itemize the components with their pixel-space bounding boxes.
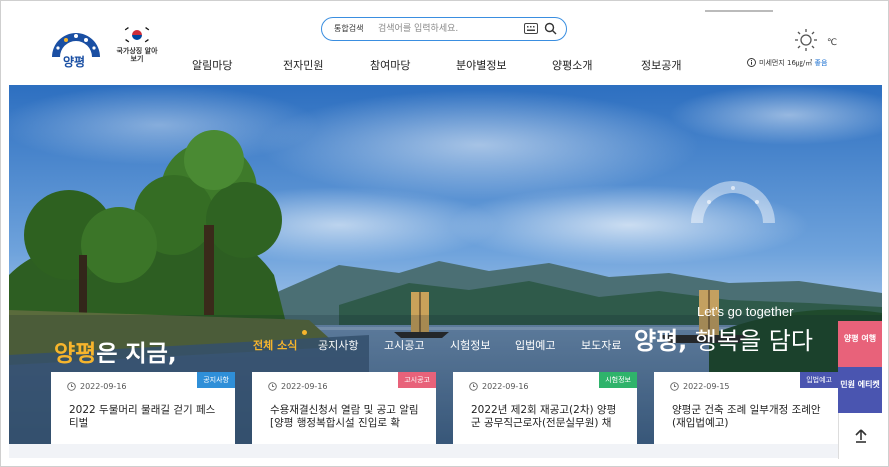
search-label: 통합검색 <box>334 24 364 33</box>
nav-item-participation[interactable]: 참여마당 <box>370 57 410 73</box>
arrow-up-icon <box>855 429 867 443</box>
search-input[interactable] <box>378 20 518 38</box>
search-box: 통합검색 <box>321 17 567 41</box>
tab-all-news[interactable]: 전체 소식 <box>253 337 297 353</box>
hero-slogan-bold: 양평, <box>634 327 688 355</box>
hero-slogan-sub: Let's go together <box>697 304 794 319</box>
news-title[interactable]: 2022년 제2회 재공고(2차) 양평군 공무직근로자(전문실무원) 채 <box>471 404 621 431</box>
hero-slogan-rest: 행복을 담다 <box>687 327 813 355</box>
scroll-top-button[interactable] <box>838 413 882 459</box>
news-date: 2022-09-16 <box>80 382 127 391</box>
news-card[interactable]: 2022-09-16 고시공고 수용재결신청서 열람 및 공고 알림[양평 행정… <box>252 372 436 444</box>
tab-press-release[interactable]: 보도자료 <box>581 337 621 353</box>
news-title[interactable]: 수용재결신청서 열람 및 공고 알림[양평 행정복합시설 진입로 확 <box>270 404 420 431</box>
logo-tagline: 맑은행복 <box>67 46 86 53</box>
tab-notice[interactable]: 공지사항 <box>318 337 358 353</box>
clock-icon <box>670 382 679 391</box>
category-badge: 입법예고 <box>800 372 838 388</box>
quick-travel-button[interactable]: 양평 여행 <box>838 321 882 367</box>
search-icon[interactable] <box>544 22 557 35</box>
sunny-weather-icon <box>795 29 817 51</box>
top-divider <box>705 10 773 12</box>
news-date: 2022-09-16 <box>482 382 529 391</box>
nav-item-notice[interactable]: 알림마당 <box>192 57 232 73</box>
fine-dust-info: 미세먼지 16㎍/㎥ 좋음 <box>747 58 827 68</box>
quick-etiquette-button[interactable]: 민원 에티켓 <box>838 367 882 413</box>
news-date: 2022-09-16 <box>281 382 328 391</box>
keyboard-icon[interactable] <box>524 23 538 34</box>
clock-icon <box>268 382 277 391</box>
tab-legislation[interactable]: 입법예고 <box>515 337 555 353</box>
nav-item-e-civil[interactable]: 전자민원 <box>283 57 323 73</box>
news-card[interactable]: 2022-09-16 공지사항 2022 두물머리 물래길 걷기 페스티벌 <box>51 372 235 444</box>
clock-icon <box>469 382 478 391</box>
news-title[interactable]: 2022 두물머리 물래길 걷기 페스티벌 <box>69 404 219 431</box>
news-section-title: 양평은 지금, <box>54 334 177 368</box>
fine-dust-grade: 좋음 <box>814 59 828 67</box>
fine-dust-label: 미세먼지 16㎍/㎥ <box>759 59 813 67</box>
tab-public-announce[interactable]: 고시공고 <box>384 337 424 353</box>
hero-slogan: 양평, 행복을 담다 <box>634 321 813 356</box>
taegukgi-flag-icon <box>122 25 152 45</box>
category-badge: 시험정보 <box>599 372 637 388</box>
nav-item-disclosure[interactable]: 정보공개 <box>641 57 681 73</box>
nav-item-about[interactable]: 양평소개 <box>552 57 592 73</box>
category-badge: 공지사항 <box>197 372 235 388</box>
tab-exam-info[interactable]: 시험정보 <box>450 337 490 353</box>
temperature-unit: ℃ <box>827 38 838 48</box>
news-title-accent: 양평 <box>54 341 97 367</box>
active-tab-dot <box>302 330 307 335</box>
category-badge: 고시공고 <box>398 372 436 388</box>
news-title[interactable]: 양평군 건축 조례 일부개정 조례안(재입법예고) <box>672 404 822 431</box>
cards-background <box>9 444 838 458</box>
site-header: 맑은행복 양평 국가상징 알아보기 통합검색 검색어를 입력하세요. 알림마당 … <box>1 1 888 85</box>
browser-page: 맑은행복 양평 국가상징 알아보기 통합검색 검색어를 입력하세요. 알림마당 … <box>0 0 889 467</box>
clock-icon <box>67 382 76 391</box>
news-title-rest: 은 지금, <box>96 341 177 367</box>
news-date: 2022-09-15 <box>683 382 730 391</box>
info-icon <box>747 58 756 67</box>
news-card[interactable]: 2022-09-15 입법예고 양평군 건축 조례 일부개정 조례안(재입법예고… <box>654 372 838 444</box>
nav-item-field-info[interactable]: 분야별정보 <box>456 57 507 73</box>
news-card[interactable]: 2022-09-16 시험정보 2022년 제2회 재공고(2차) 양평군 공무… <box>453 372 637 444</box>
